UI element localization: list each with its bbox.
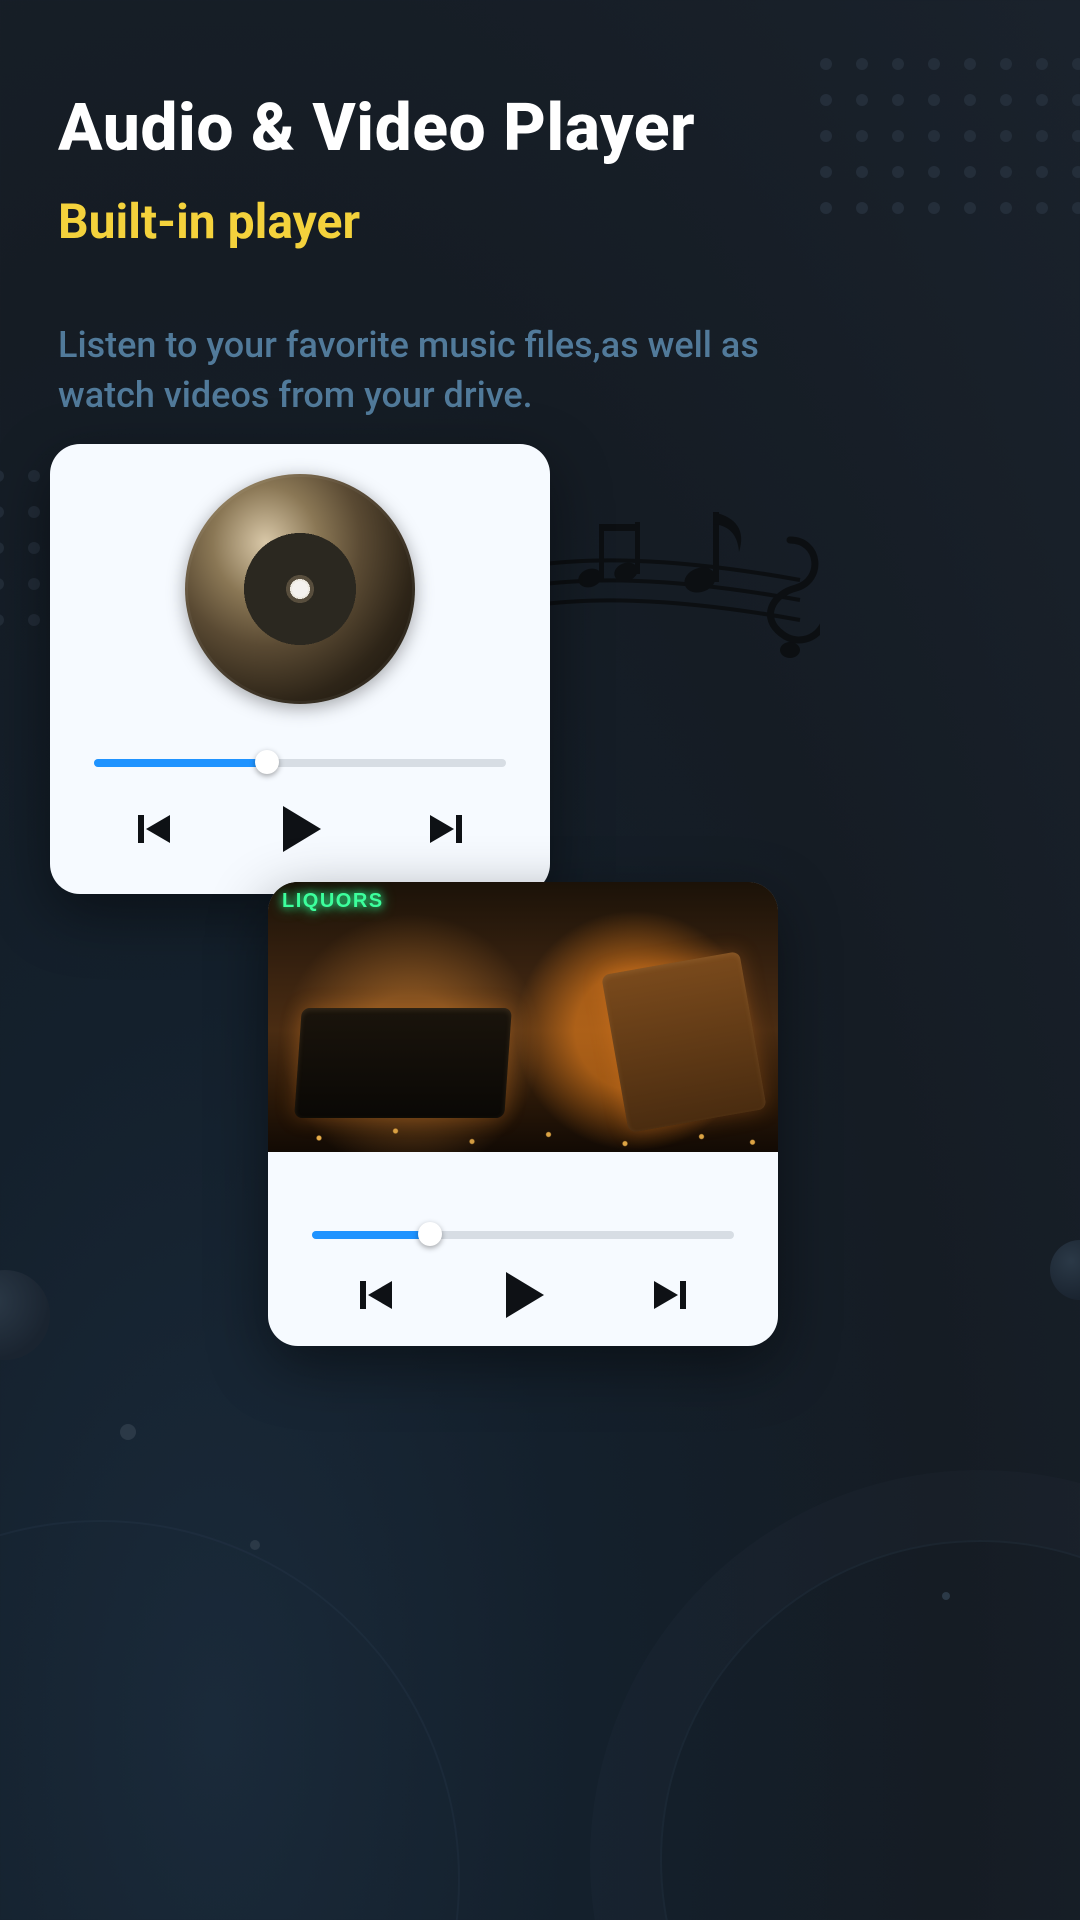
- progress-thumb[interactable]: [255, 750, 279, 774]
- decorative-arc: [0, 1520, 460, 1920]
- audio-controls: [94, 802, 506, 856]
- play-icon: [496, 1268, 550, 1322]
- progress-thumb[interactable]: [418, 1222, 442, 1246]
- neon-sign-text: LIQUORS: [282, 890, 384, 913]
- page-subtitle: Built-in player: [58, 193, 1022, 250]
- previous-icon: [356, 1275, 396, 1315]
- play-button[interactable]: [273, 802, 327, 856]
- previous-icon: [134, 809, 174, 849]
- audio-player-card: [50, 444, 550, 894]
- page-description: Listen to your favorite music files,as w…: [58, 320, 818, 421]
- album-art: [185, 474, 415, 704]
- decorative-blob: [250, 1540, 260, 1550]
- decorative-blob: [942, 1592, 950, 1600]
- video-controls: [312, 1268, 734, 1322]
- decorative-blob: [120, 1424, 136, 1440]
- video-player-card: LIQUORS: [268, 882, 778, 1346]
- decorative-blob: [1050, 1240, 1080, 1300]
- previous-button[interactable]: [134, 809, 174, 849]
- decorative-arc: [660, 1540, 1080, 1920]
- audio-progress-bar[interactable]: [94, 752, 506, 772]
- play-icon: [273, 802, 327, 856]
- scene-sparks: [268, 1082, 778, 1152]
- progress-fill: [312, 1231, 430, 1239]
- video-thumbnail[interactable]: LIQUORS: [268, 882, 778, 1152]
- decorative-blob: [0, 1270, 50, 1360]
- play-button[interactable]: [496, 1268, 550, 1322]
- header: Audio & Video Player Built-in player Lis…: [58, 90, 1022, 421]
- page-title: Audio & Video Player: [58, 90, 1022, 167]
- previous-button[interactable]: [356, 1275, 396, 1315]
- video-progress-bar[interactable]: [312, 1224, 734, 1244]
- next-button[interactable]: [426, 809, 466, 849]
- next-button[interactable]: [650, 1275, 690, 1315]
- next-icon: [650, 1275, 690, 1315]
- next-icon: [426, 809, 466, 849]
- progress-fill: [94, 759, 267, 767]
